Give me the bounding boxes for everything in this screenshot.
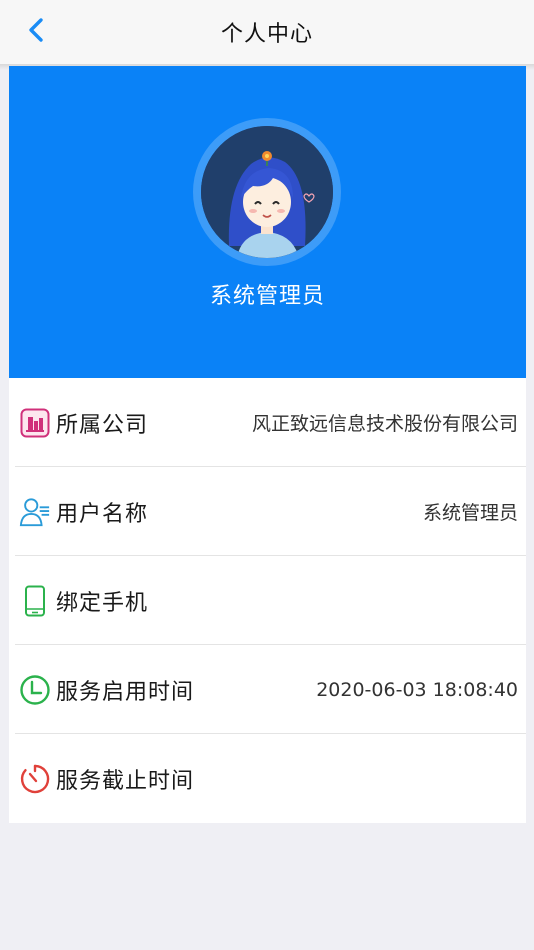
profile-info-list: 所属公司 风正致远信息技术股份有限公司 用户名称 系统管理员 绑定手机 服务启用… [9, 378, 526, 823]
list-item-service-end[interactable]: 服务截止时间 [9, 734, 526, 823]
avatar-ring [193, 118, 341, 266]
service-start-label: 服务启用时间 [56, 679, 195, 705]
mobile-phone-icon [19, 585, 51, 617]
list-item-username[interactable]: 用户名称 系统管理员 [9, 467, 526, 556]
company-value: 风正致远信息技术股份有限公司 [251, 413, 518, 435]
company-label: 所属公司 [56, 412, 149, 438]
chevron-left-icon [26, 16, 46, 48]
avatar[interactable] [201, 126, 333, 258]
profile-name: 系统管理员 [209, 284, 325, 309]
list-item-bind-phone[interactable]: 绑定手机 [9, 556, 526, 645]
avatar-girl-illustration [201, 126, 333, 258]
timer-icon [19, 763, 51, 795]
bind-phone-label: 绑定手机 [56, 590, 149, 616]
service-end-label: 服务截止时间 [56, 768, 195, 794]
list-item-service-start[interactable]: 服务启用时间 2020-06-03 18:08:40 [9, 645, 526, 734]
company-building-icon [19, 407, 51, 439]
user-profile-icon [19, 496, 51, 528]
clock-icon [19, 674, 51, 706]
username-label: 用户名称 [56, 501, 149, 527]
back-button[interactable] [18, 14, 54, 50]
profile-header: 系统管理员 [9, 66, 526, 378]
page-title: 个人中心 [220, 22, 313, 47]
list-item-company[interactable]: 所属公司 风正致远信息技术股份有限公司 [9, 378, 526, 467]
navigation-bar: 个人中心 [0, 0, 534, 64]
username-value: 系统管理员 [422, 502, 518, 524]
service-start-value: 2020-06-03 18:08:40 [316, 678, 518, 701]
